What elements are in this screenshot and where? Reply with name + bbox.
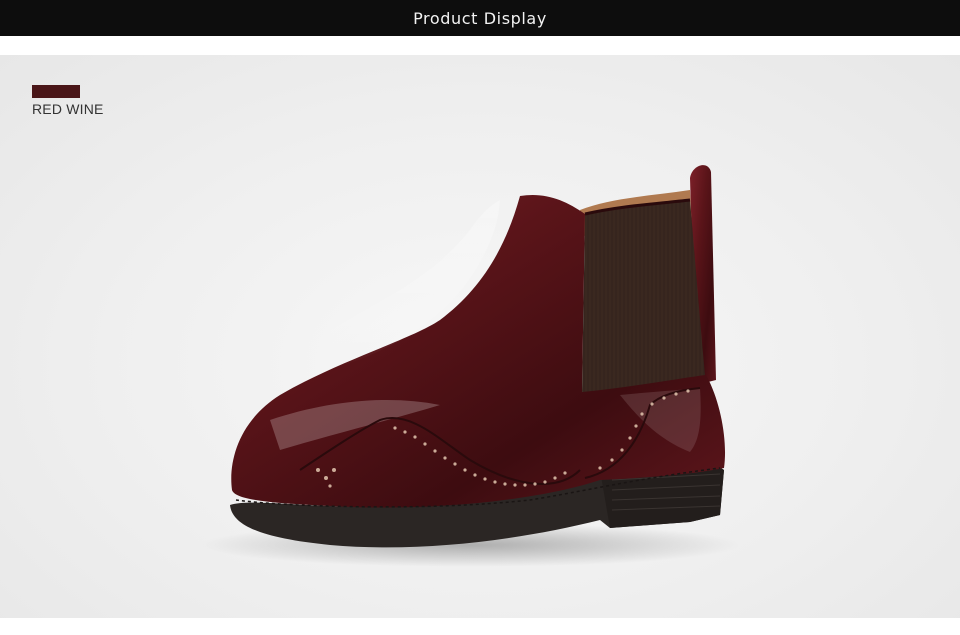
header-bar: Product Display [0,0,960,36]
boot-icon [200,165,740,567]
page-title: Product Display [413,8,547,28]
product-stage: RED WINE [0,55,960,618]
